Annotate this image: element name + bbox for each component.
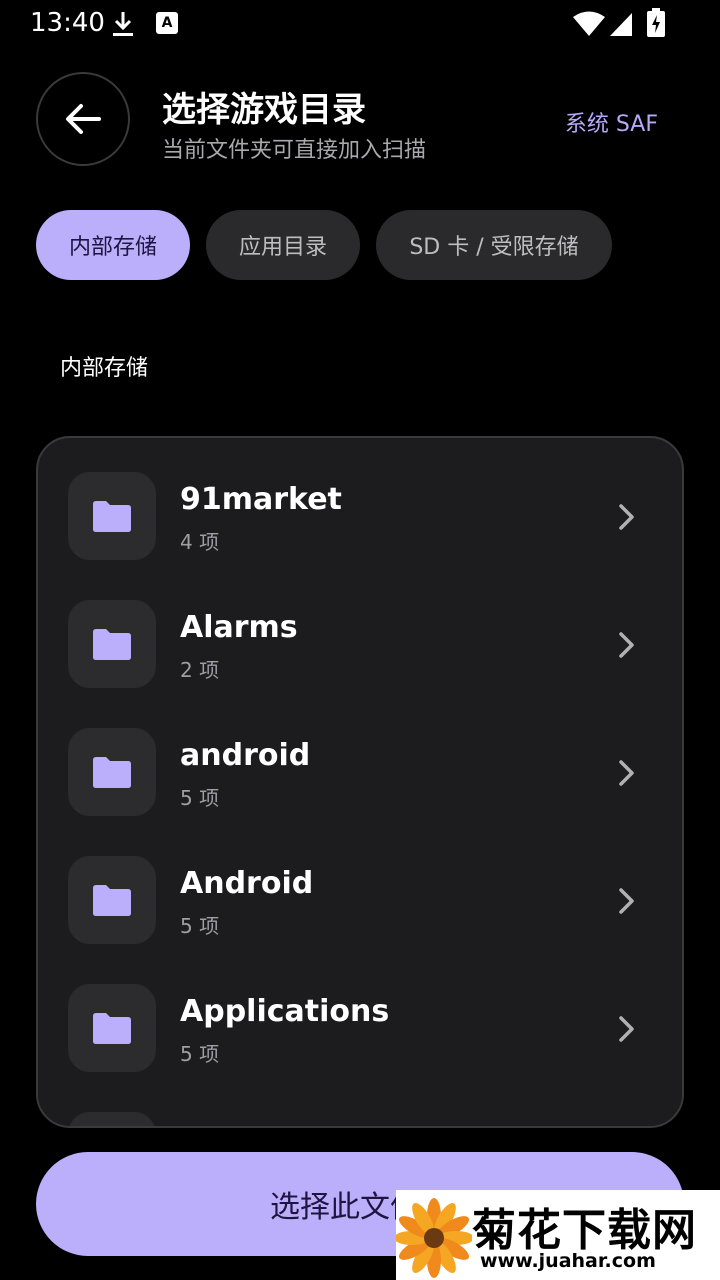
status-bar: 13:40 A: [0, 0, 720, 48]
folder-icon-box: [68, 984, 156, 1072]
watermark: 菊花下载网 www.juahar.com: [396, 1190, 720, 1280]
folder-row[interactable]: 91market 4 项: [38, 438, 682, 566]
folder-item-count: 5 项: [180, 1042, 220, 1066]
folder-icon: [93, 629, 131, 660]
watermark-title: 菊花下载网: [472, 1205, 697, 1256]
folder-row[interactable]: Alarms 2 项: [38, 566, 682, 694]
folder-item-count: 5 项: [180, 914, 220, 938]
watermark-url: www.juahar.com: [480, 1250, 656, 1272]
download-icon: [113, 12, 133, 36]
tab-app-directory[interactable]: 应用目录: [206, 210, 360, 280]
section-label: 内部存储: [60, 356, 149, 381]
folder-icon: [93, 501, 131, 532]
system-saf-button[interactable]: 系统 SAF: [565, 106, 658, 138]
folder-icon: [93, 885, 131, 916]
folder-icon-box: [68, 472, 156, 560]
folder-name: Android: [180, 866, 314, 901]
folder-item-count: 2 项: [180, 658, 220, 682]
folder-name: android: [180, 738, 311, 773]
folder-name: Alarms: [180, 610, 298, 645]
folder-icon-box: [68, 728, 156, 816]
page-title: 选择游戏目录: [162, 90, 366, 130]
tab-internal-storage[interactable]: 内部存储: [36, 210, 190, 280]
folder-icon-box: [68, 1112, 156, 1126]
folder-icon: [93, 757, 131, 788]
chevron-right-icon: [619, 760, 634, 786]
folder-name: Applications: [180, 994, 390, 1029]
battery-charging-icon: [647, 8, 665, 37]
accessibility-badge-icon: A: [156, 12, 178, 34]
arrow-left-icon: [66, 104, 101, 134]
folder-icon: [93, 1013, 131, 1044]
chevron-right-icon: [619, 888, 634, 914]
folder-item-count: 4 项: [180, 530, 220, 554]
chevron-right-icon: [619, 504, 634, 530]
chevron-right-icon: [619, 632, 634, 658]
status-time: 13:40: [30, 8, 105, 38]
folder-row[interactable]: android 5 项: [38, 694, 682, 822]
flower-logo-icon: [396, 1198, 472, 1278]
folder-name: 91market: [180, 482, 342, 517]
folder-list[interactable]: 91market 4 项 Alarms 2 项 android 5 项 Andr…: [36, 436, 684, 1128]
chevron-right-icon: [619, 1016, 634, 1042]
folder-item-count: 5 项: [180, 786, 220, 810]
folder-row-partial[interactable]: [38, 1078, 682, 1126]
page-subtitle: 当前文件夹可直接加入扫描: [162, 138, 427, 163]
folder-row[interactable]: Applications 5 项: [38, 950, 682, 1078]
wifi-icon: [573, 11, 605, 36]
tab-sd-card-restricted[interactable]: SD 卡 / 受限存储: [376, 210, 612, 280]
folder-icon-box: [68, 856, 156, 944]
folder-icon-box: [68, 600, 156, 688]
signal-icon: [610, 13, 632, 36]
folder-row[interactable]: Android 5 项: [38, 822, 682, 950]
back-button[interactable]: [36, 72, 130, 166]
